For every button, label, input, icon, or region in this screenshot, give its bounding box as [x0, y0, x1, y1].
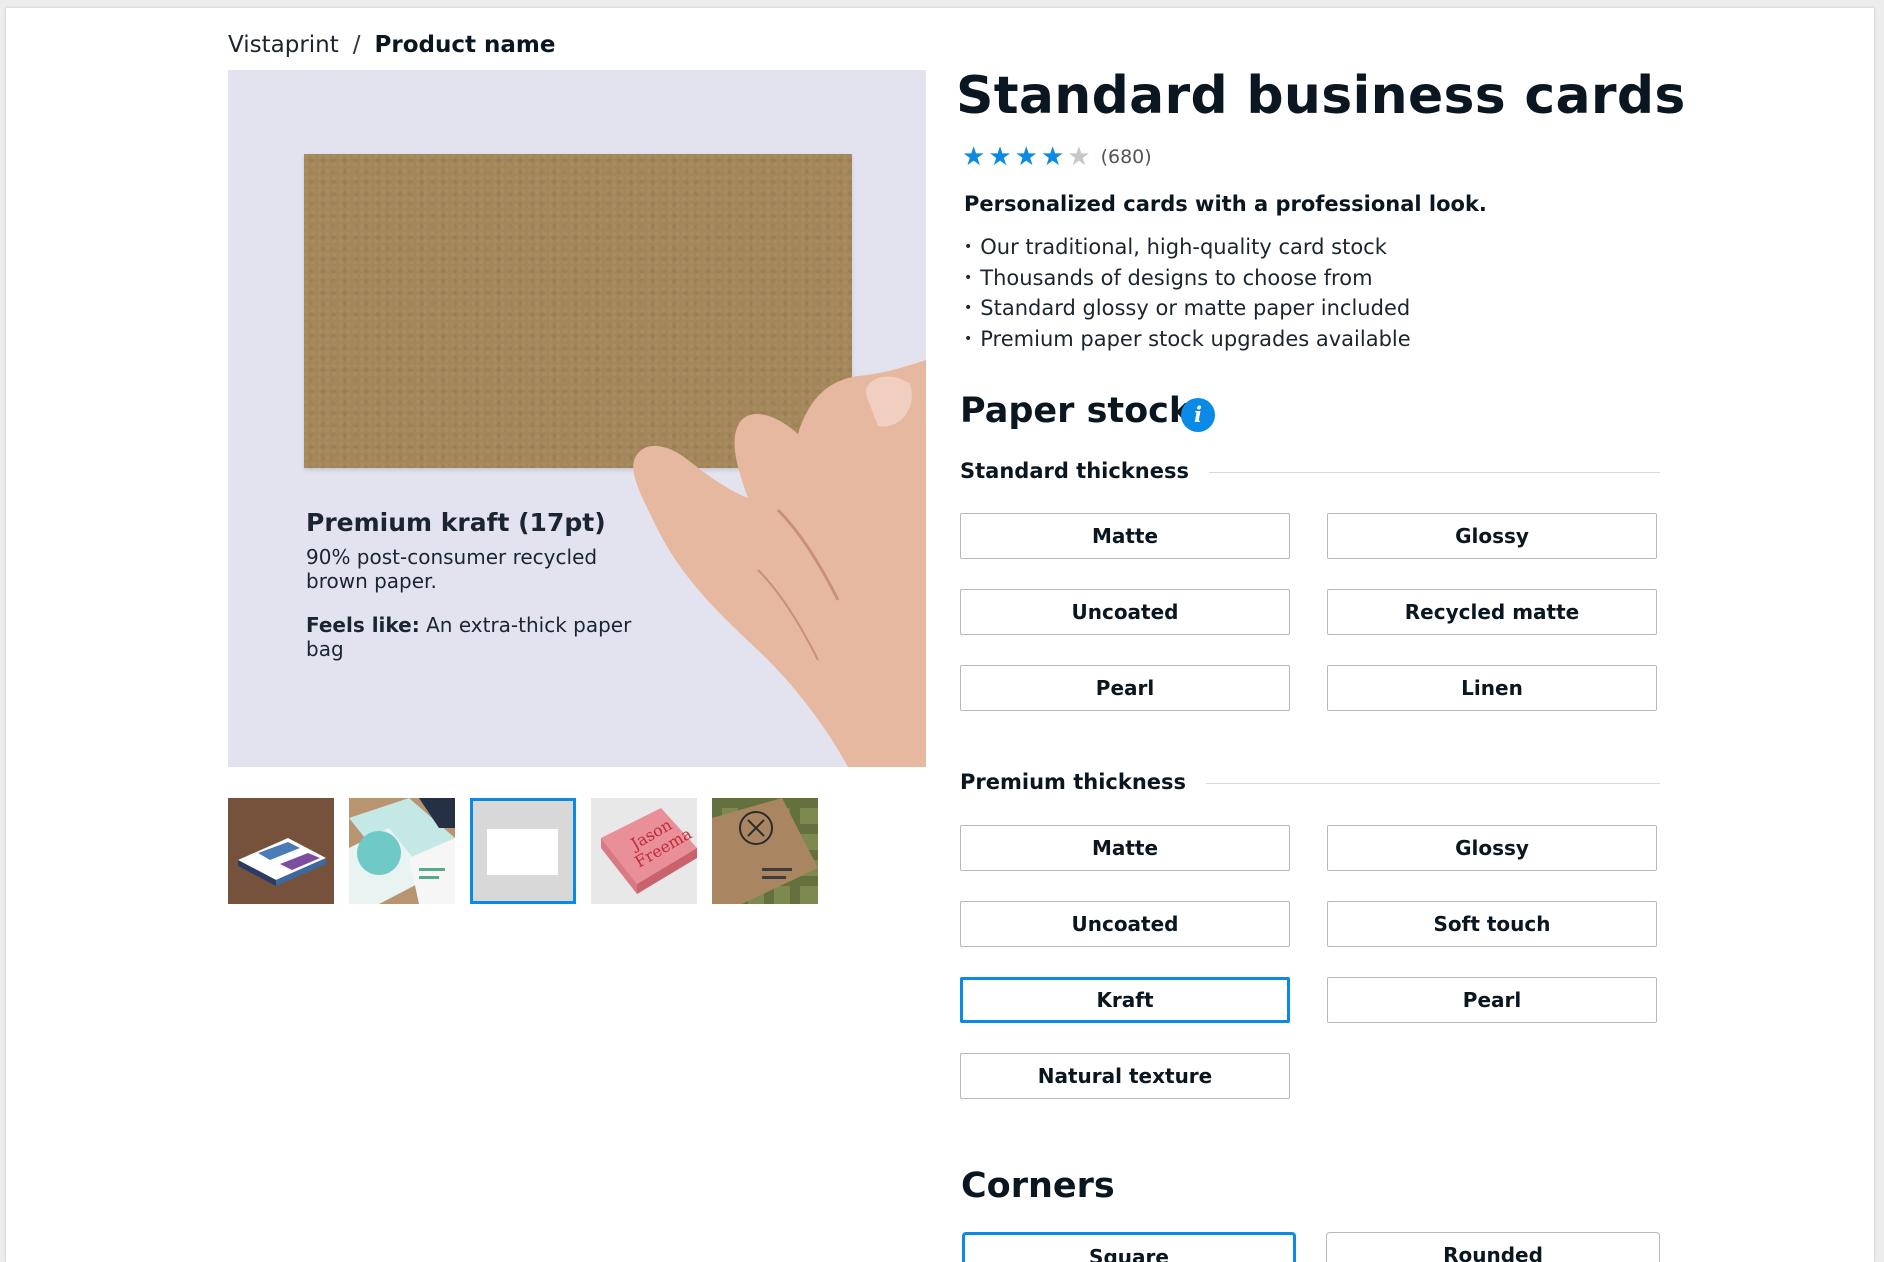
breadcrumb-current: Product name — [374, 32, 556, 58]
star-empty-icon: ★ — [1067, 142, 1091, 172]
hero-title: Premium kraft (17pt) — [306, 508, 606, 537]
info-icon[interactable]: i — [1181, 398, 1215, 432]
star-filled-icon: ★ — [1040, 142, 1065, 172]
premium-thickness-label: Premium thickness — [960, 770, 1187, 794]
thumbnail-2[interactable] — [349, 798, 455, 904]
hand-image — [633, 360, 926, 767]
hero-caption: Premium kraft (17pt) 90% post-consumer r… — [306, 508, 636, 661]
breadcrumb: Vistaprint / Product name — [228, 32, 555, 58]
breadcrumb-separator: / — [352, 32, 361, 58]
corners-heading: Corners — [961, 1166, 1115, 1206]
hero-feels-like: Feels like: An extra-thick paper bag — [306, 613, 636, 661]
standard-option-glossy[interactable]: Glossy — [1327, 513, 1657, 559]
standard-option-linen[interactable]: Linen — [1327, 665, 1657, 711]
paper-stock-heading: Paper stock — [960, 391, 1193, 431]
standard-option-uncoated[interactable]: Uncoated — [960, 589, 1290, 635]
premium-option-glossy[interactable]: Glossy — [1327, 825, 1657, 871]
product-title: Standard business cards — [956, 66, 1686, 126]
premium-option-soft-touch[interactable]: Soft touch — [1327, 901, 1657, 947]
premium-option-pearl[interactable]: Pearl — [1327, 977, 1657, 1023]
corner-option-rounded[interactable]: Rounded — [1326, 1232, 1660, 1262]
premium-option-natural-texture[interactable]: Natural texture — [960, 1053, 1290, 1099]
standard-option-recycled-matte[interactable]: Recycled matte — [1327, 589, 1657, 635]
star-filled-icon: ★ — [988, 142, 1012, 172]
divider — [1208, 472, 1660, 473]
premium-option-kraft-selected[interactable]: Kraft — [960, 977, 1290, 1023]
premium-option-matte[interactable]: Matte — [960, 825, 1290, 871]
premium-thickness-header: Premium thickness — [960, 770, 1660, 794]
standard-option-pearl[interactable]: Pearl — [960, 665, 1290, 711]
feels-like-label: Feels like: — [306, 613, 420, 637]
thumbnail-1[interactable] — [228, 798, 334, 904]
thumbnail-strip: Jason Freema — [228, 798, 818, 904]
star-rating[interactable]: ★ ★ ★ ★ ★ (680) — [962, 144, 1152, 170]
star-filled-icon: ★ — [962, 142, 986, 172]
blank-card-preview — [487, 829, 558, 875]
feature-item: Thousands of designs to choose from — [964, 263, 1411, 294]
standard-thickness-label: Standard thickness — [960, 459, 1189, 483]
feature-item: Standard glossy or matte paper included — [964, 293, 1411, 324]
divider — [1206, 783, 1660, 784]
review-count[interactable]: (680) — [1101, 146, 1152, 168]
standard-thickness-header: Standard thickness — [960, 459, 1660, 483]
feature-list: Our traditional, high-quality card stock… — [964, 232, 1411, 355]
thumbnail-5[interactable] — [712, 798, 818, 904]
star-filled-icon: ★ — [1014, 142, 1038, 172]
corner-option-square-selected[interactable]: Square — [962, 1232, 1296, 1262]
thumbnail-4[interactable]: Jason Freema — [591, 798, 697, 904]
feature-item: Premium paper stock upgrades available — [964, 324, 1410, 355]
product-tagline: Personalized cards with a professional l… — [964, 192, 1487, 216]
thumbnail-3-selected[interactable] — [470, 798, 576, 904]
feature-item: Our traditional, high-quality card stock — [964, 232, 1411, 263]
standard-option-matte[interactable]: Matte — [960, 513, 1290, 559]
product-hero-image: Premium kraft (17pt) 90% post-consumer r… — [228, 70, 926, 767]
breadcrumb-home-link[interactable]: Vistaprint — [228, 32, 339, 58]
hero-description: 90% post-consumer recycled brown paper. — [306, 545, 598, 593]
product-page: Vistaprint / Product name Premium kraft … — [6, 8, 1874, 1262]
premium-option-uncoated[interactable]: Uncoated — [960, 901, 1290, 947]
